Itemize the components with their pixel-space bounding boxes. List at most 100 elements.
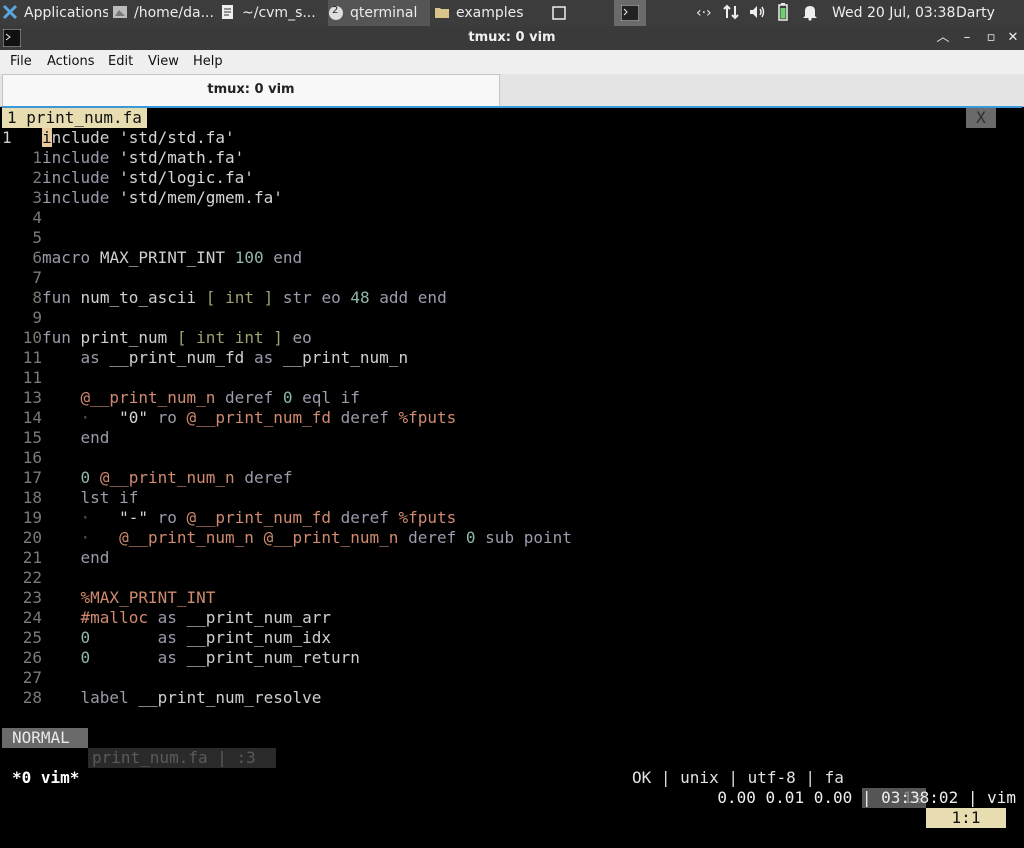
line-number: 28 xyxy=(22,688,42,707)
code-text: include 'std/logic.fa' xyxy=(42,168,254,187)
code-text: fun num_to_ascii [ int ] str eo 48 add e… xyxy=(42,288,447,307)
code-line[interactable]: 26 0 as __print_num_return xyxy=(2,648,360,668)
line-number: 21 xyxy=(22,548,42,567)
code-text: #malloc as __print_num_arr xyxy=(80,608,332,627)
code-line[interactable]: 13 @__print_num_n deref 0 eql if xyxy=(2,388,360,408)
menu-file[interactable]: File xyxy=(10,50,32,74)
code-line[interactable]: 18 lst if xyxy=(2,488,139,508)
code-text: macro MAX_PRINT_INT 100 end xyxy=(42,248,303,267)
code-line[interactable]: 11 as __print_num_fd as __print_num_n xyxy=(2,348,408,368)
chevron-up-icon[interactable]: ︿ xyxy=(932,26,954,50)
code-line[interactable]: 20 · @__print_num_n @__print_num_n deref… xyxy=(2,528,572,548)
line-number: 1 xyxy=(2,128,12,147)
menu-view[interactable]: View xyxy=(148,50,179,74)
status-position: 1:1 xyxy=(926,808,1006,828)
task-label: qterminal xyxy=(350,5,418,21)
task-label: /home/da... xyxy=(134,5,214,21)
code-line[interactable]: 7 xyxy=(2,268,42,288)
code-line[interactable]: 28 label __print_num_resolve xyxy=(2,688,322,708)
line-number: 19 xyxy=(22,508,42,527)
terminal-workspace-icon xyxy=(620,4,640,22)
line-number: 1 xyxy=(32,148,42,167)
notification-bell-icon[interactable] xyxy=(802,0,818,26)
code-line[interactable]: 22 xyxy=(2,568,42,588)
code-line[interactable]: 15 end xyxy=(2,428,110,448)
network-arrows-icon[interactable]: ‹·› xyxy=(696,0,712,26)
code-line[interactable]: 11 xyxy=(2,368,42,388)
minimize-button[interactable]: – xyxy=(956,26,978,50)
battery-icon[interactable] xyxy=(776,0,790,26)
vim-tab[interactable]: 1 print_num.fa xyxy=(2,108,147,128)
code-line[interactable]: 23 %MAX_PRINT_INT xyxy=(2,588,216,608)
code-line[interactable]: 10fun print_num [ int int ] eo xyxy=(2,328,312,348)
user-name[interactable]: Darty uwu xyxy=(956,0,1024,47)
code-line[interactable]: 16 xyxy=(2,448,42,468)
code-line[interactable]: 25 0 as __print_num_idx xyxy=(2,628,331,648)
workspace-2[interactable] xyxy=(614,0,646,26)
tab-tmux[interactable]: tmux: 0 vim xyxy=(2,74,500,106)
vim-tab-close[interactable]: X xyxy=(966,108,996,128)
code-text: lst if xyxy=(80,488,139,507)
code-line[interactable]: 4 xyxy=(2,208,42,228)
clock[interactable]: Wed 20 Jul, 03:38 xyxy=(832,0,955,26)
menu-edit[interactable]: Edit xyxy=(108,50,133,74)
code-line[interactable]: 1 include 'std/std.fa' xyxy=(2,128,235,148)
window-title: tmux: 0 vim xyxy=(468,30,556,45)
line-number: 2 xyxy=(32,168,42,187)
line-number: 6 xyxy=(32,248,42,267)
close-button[interactable]: ✕ xyxy=(1002,26,1024,50)
tab-bar: tmux: 0 vim xyxy=(0,74,1024,107)
workspace-icon xyxy=(552,6,566,20)
code-text: as __print_num_fd as __print_num_n xyxy=(80,348,409,367)
workspace-1[interactable] xyxy=(552,0,572,26)
code-line[interactable]: 17 0 @__print_num_n deref xyxy=(2,468,293,488)
task-examples[interactable]: examples xyxy=(434,0,538,26)
code-text: 0 @__print_num_n deref xyxy=(80,468,293,487)
menu-actions[interactable]: Actions xyxy=(47,50,95,74)
code-line[interactable]: 6macro MAX_PRINT_INT 100 end xyxy=(2,248,302,268)
terminal-view[interactable]: 1 print_num.fa X 1 include 'std/std.fa' 1i… xyxy=(2,106,1022,828)
menu-help[interactable]: Help xyxy=(193,50,223,74)
task-editor[interactable]: ~/cvm_s... xyxy=(220,0,324,26)
tmux-window-label[interactable]: *0 vim* xyxy=(12,768,79,788)
code-line[interactable]: 3include 'std/mem/gmem.fa' xyxy=(2,188,282,208)
tmux-statusbar: *0 vim* 0.00 0.01 0.00 | 03:38:02 | vim xyxy=(2,748,1018,807)
volume-icon[interactable] xyxy=(748,0,766,26)
line-number: 17 xyxy=(22,468,42,487)
code-line[interactable]: 9 xyxy=(2,308,42,328)
text-cursor: i xyxy=(42,128,52,147)
code-line[interactable]: 24 #malloc as __print_num_arr xyxy=(2,608,331,628)
code-text: end xyxy=(80,428,110,447)
code-line[interactable]: 27 xyxy=(2,668,42,688)
line-number: 22 xyxy=(22,568,42,587)
window-titlebar[interactable]: tmux: 0 vim ︿ – ▫ ✕ xyxy=(0,26,1024,50)
line-number: 13 xyxy=(22,388,42,407)
code-line[interactable]: 2include 'std/logic.fa' xyxy=(2,168,254,188)
maximize-button[interactable]: ▫ xyxy=(980,26,1002,50)
code-text: end xyxy=(80,548,110,567)
code-text: fun print_num [ int int ] eo xyxy=(42,328,312,347)
line-number: 11 xyxy=(22,348,42,367)
menu-bar: File Actions Edit View Help xyxy=(0,50,1024,74)
text-editor-icon xyxy=(220,3,236,19)
line-number: 15 xyxy=(22,428,42,447)
code-line[interactable]: 21 end xyxy=(2,548,110,568)
terminal-badge-icon: 2 xyxy=(328,3,344,20)
line-number: 25 xyxy=(22,628,42,647)
task-qterminal[interactable]: 2 qterminal xyxy=(328,0,430,26)
folder-icon xyxy=(434,3,450,19)
task-label: ~/cvm_s... xyxy=(242,5,316,21)
code-line[interactable]: 1include 'std/math.fa' xyxy=(2,148,244,168)
code-line[interactable]: 5 xyxy=(2,228,42,248)
network-icon[interactable] xyxy=(722,0,740,26)
line-number: 5 xyxy=(32,228,42,247)
code-line[interactable]: 19 · "-" ro @__print_num_fd deref %fputs xyxy=(2,508,457,528)
code-line[interactable]: 8fun num_to_ascii [ int ] str eo 48 add … xyxy=(2,288,447,308)
line-number: 3 xyxy=(32,188,42,207)
mode-indicator: NORMAL xyxy=(2,728,88,748)
code-line[interactable]: 14 · "0" ro @__print_num_fd deref %fputs xyxy=(2,408,457,428)
applications-menu[interactable]: Applications xyxy=(2,0,108,26)
task-badge: 2 xyxy=(332,5,339,16)
line-number: 27 xyxy=(22,668,42,687)
task-file-manager[interactable]: /home/da... xyxy=(112,0,216,26)
